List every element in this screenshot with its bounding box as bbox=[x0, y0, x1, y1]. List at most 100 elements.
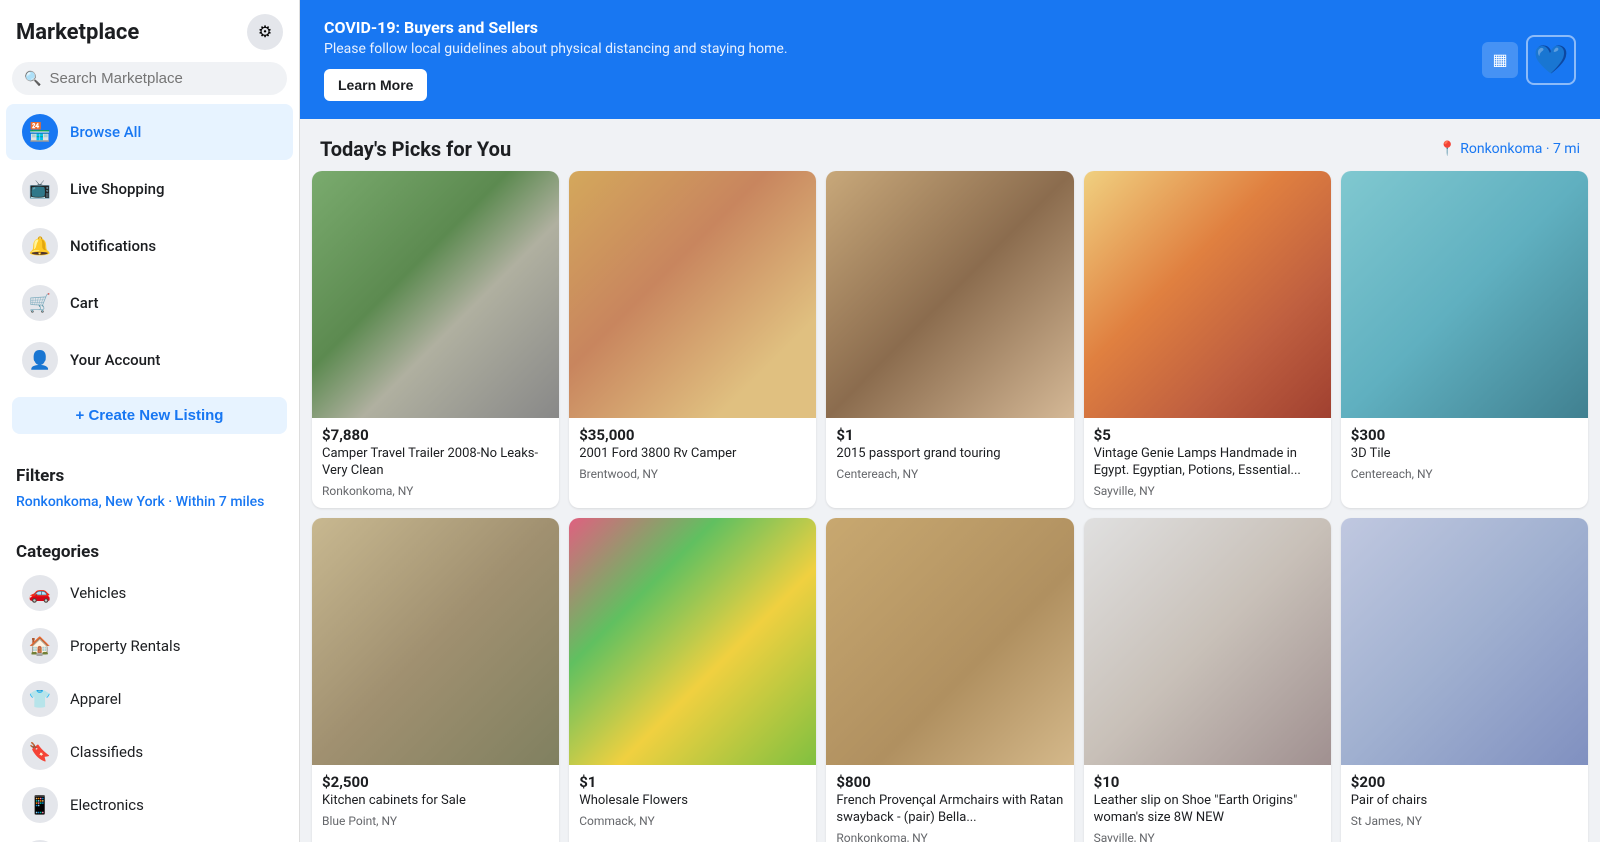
covid-heart-icon: 💙 bbox=[1526, 35, 1576, 85]
sidebar-item-your-account[interactable]: 👤 Your Account bbox=[6, 332, 293, 388]
sidebar-item-live-shopping[interactable]: 📺 Live Shopping bbox=[6, 161, 293, 217]
nav-label-browse-all: Browse All bbox=[70, 123, 141, 141]
sidebar-item-browse-all[interactable]: 🏪 Browse All bbox=[6, 104, 293, 160]
product-image-p2 bbox=[569, 171, 816, 418]
sidebar-title: Marketplace bbox=[16, 20, 139, 45]
learn-more-button[interactable]: Learn More bbox=[324, 69, 427, 101]
sidebar-item-cart[interactable]: 🛒 Cart bbox=[6, 275, 293, 331]
product-card-p8[interactable]: $800 French Provençal Armchairs with Rat… bbox=[826, 518, 1073, 842]
settings-button[interactable]: ⚙ bbox=[247, 14, 283, 50]
product-image-p3 bbox=[826, 171, 1073, 418]
product-info-p4: $5 Vintage Genie Lamps Handmade in Egypt… bbox=[1084, 418, 1331, 508]
nav-label-your-account: Your Account bbox=[70, 351, 160, 369]
category-item-electronics[interactable]: 📱 Electronics bbox=[6, 779, 293, 831]
gear-icon: ⚙ bbox=[258, 22, 272, 42]
cat-label-property-rentals: Property Rentals bbox=[70, 637, 180, 655]
search-box: 🔍 bbox=[12, 62, 287, 95]
product-card-p9[interactable]: $10 Leather slip on Shoe "Earth Origins"… bbox=[1084, 518, 1331, 842]
product-price-p1: $7,880 bbox=[322, 426, 549, 444]
product-card-p1[interactable]: $7,880 Camper Travel Trailer 2008-No Lea… bbox=[312, 171, 559, 508]
product-image-p4 bbox=[1084, 171, 1331, 418]
product-info-p8: $800 French Provençal Armchairs with Rat… bbox=[826, 765, 1073, 842]
product-card-p3[interactable]: $1 2015 passport grand touring Centereac… bbox=[826, 171, 1073, 508]
create-listing-button[interactable]: + Create New Listing bbox=[12, 397, 287, 434]
cat-icon-vehicles: 🚗 bbox=[22, 575, 58, 611]
filters-title: Filters bbox=[0, 458, 299, 490]
nav-icon-cart: 🛒 bbox=[22, 285, 58, 321]
category-item-classifieds[interactable]: 🔖 Classifieds bbox=[6, 726, 293, 778]
cat-label-apparel: Apparel bbox=[70, 690, 121, 708]
product-card-p4[interactable]: $5 Vintage Genie Lamps Handmade in Egypt… bbox=[1084, 171, 1331, 508]
covid-text: COVID-19: Buyers and Sellers Please foll… bbox=[324, 18, 788, 101]
product-price-p3: $1 bbox=[836, 426, 1063, 444]
cat-icon-electronics: 📱 bbox=[22, 787, 58, 823]
product-card-p10[interactable]: $200 Pair of chairs St James, NY bbox=[1341, 518, 1588, 842]
category-item-entertainment[interactable]: 👥 Entertainment bbox=[6, 832, 293, 842]
product-info-p10: $200 Pair of chairs St James, NY bbox=[1341, 765, 1588, 838]
product-image-p10 bbox=[1341, 518, 1588, 765]
product-info-p7: $1 Wholesale Flowers Commack, NY bbox=[569, 765, 816, 838]
product-name-p7: Wholesale Flowers bbox=[579, 793, 806, 810]
product-name-p9: Leather slip on Shoe "Earth Origins" wom… bbox=[1094, 793, 1321, 827]
product-info-p2: $35,000 2001 Ford 3800 Rv Camper Brentwo… bbox=[569, 418, 816, 491]
nav-icon-browse-all: 🏪 bbox=[22, 114, 58, 150]
covid-icon-1: ▦ bbox=[1482, 42, 1518, 78]
cat-icon-apparel: 👕 bbox=[22, 681, 58, 717]
cat-label-vehicles: Vehicles bbox=[70, 584, 126, 602]
product-location-p4: Sayville, NY bbox=[1094, 484, 1321, 498]
main-content: COVID-19: Buyers and Sellers Please foll… bbox=[300, 0, 1600, 842]
product-location-p10: St James, NY bbox=[1351, 814, 1578, 828]
nav-label-notifications: Notifications bbox=[70, 237, 156, 255]
categories-list: 🚗 Vehicles 🏠 Property Rentals 👕 Apparel … bbox=[0, 566, 299, 842]
product-image-p1 bbox=[312, 171, 559, 418]
product-location-p7: Commack, NY bbox=[579, 814, 806, 828]
product-info-p3: $1 2015 passport grand touring Centereac… bbox=[826, 418, 1073, 491]
product-location-p6: Blue Point, NY bbox=[322, 814, 549, 828]
product-card-p2[interactable]: $35,000 2001 Ford 3800 Rv Camper Brentwo… bbox=[569, 171, 816, 508]
search-input[interactable] bbox=[49, 70, 275, 87]
covid-banner: COVID-19: Buyers and Sellers Please foll… bbox=[300, 0, 1600, 119]
category-item-vehicles[interactable]: 🚗 Vehicles bbox=[6, 567, 293, 619]
sidebar-item-notifications[interactable]: 🔔 Notifications bbox=[6, 218, 293, 274]
product-name-p5: 3D Tile bbox=[1351, 446, 1578, 463]
category-item-property-rentals[interactable]: 🏠 Property Rentals bbox=[6, 620, 293, 672]
product-price-p6: $2,500 bbox=[322, 773, 549, 791]
product-price-p9: $10 bbox=[1094, 773, 1321, 791]
location-label: 📍 Ronkonkoma · 7 mi bbox=[1439, 141, 1580, 157]
product-name-p1: Camper Travel Trailer 2008-No Leaks-Very… bbox=[322, 446, 549, 480]
nav-label-live-shopping: Live Shopping bbox=[70, 180, 165, 198]
sidebar-header: Marketplace ⚙ bbox=[0, 0, 299, 58]
filter-location[interactable]: Ronkonkoma, New York · Within 7 miles bbox=[0, 490, 299, 518]
product-card-p7[interactable]: $1 Wholesale Flowers Commack, NY bbox=[569, 518, 816, 842]
product-info-p1: $7,880 Camper Travel Trailer 2008-No Lea… bbox=[312, 418, 559, 508]
product-location-p5: Centereach, NY bbox=[1351, 467, 1578, 481]
product-name-p8: French Provençal Armchairs with Ratan sw… bbox=[836, 793, 1063, 827]
product-image-p5 bbox=[1341, 171, 1588, 418]
product-image-p9 bbox=[1084, 518, 1331, 765]
product-info-p5: $300 3D Tile Centereach, NY bbox=[1341, 418, 1588, 491]
product-name-p6: Kitchen cabinets for Sale bbox=[322, 793, 549, 810]
nav-label-cart: Cart bbox=[70, 294, 99, 312]
nav-icon-notifications: 🔔 bbox=[22, 228, 58, 264]
product-price-p8: $800 bbox=[836, 773, 1063, 791]
cat-label-electronics: Electronics bbox=[70, 796, 144, 814]
categories-title: Categories bbox=[0, 534, 299, 566]
nav-icon-live-shopping: 📺 bbox=[22, 171, 58, 207]
product-price-p10: $200 bbox=[1351, 773, 1578, 791]
category-item-apparel[interactable]: 👕 Apparel bbox=[6, 673, 293, 725]
product-card-p5[interactable]: $300 3D Tile Centereach, NY bbox=[1341, 171, 1588, 508]
product-card-p6[interactable]: $2,500 Kitchen cabinets for Sale Blue Po… bbox=[312, 518, 559, 842]
covid-title: COVID-19: Buyers and Sellers bbox=[324, 18, 788, 37]
product-name-p3: 2015 passport grand touring bbox=[836, 446, 1063, 463]
cat-icon-classifieds: 🔖 bbox=[22, 734, 58, 770]
product-location-p3: Centereach, NY bbox=[836, 467, 1063, 481]
product-price-p7: $1 bbox=[579, 773, 806, 791]
nav-items: 🏪 Browse All 📺 Live Shopping 🔔 Notificat… bbox=[0, 103, 299, 389]
product-price-p2: $35,000 bbox=[579, 426, 806, 444]
cat-label-classifieds: Classifieds bbox=[70, 743, 143, 761]
nav-icon-your-account: 👤 bbox=[22, 342, 58, 378]
covid-description: Please follow local guidelines about phy… bbox=[324, 41, 788, 57]
search-icon: 🔍 bbox=[24, 71, 41, 87]
product-name-p2: 2001 Ford 3800 Rv Camper bbox=[579, 446, 806, 463]
product-image-p6 bbox=[312, 518, 559, 765]
